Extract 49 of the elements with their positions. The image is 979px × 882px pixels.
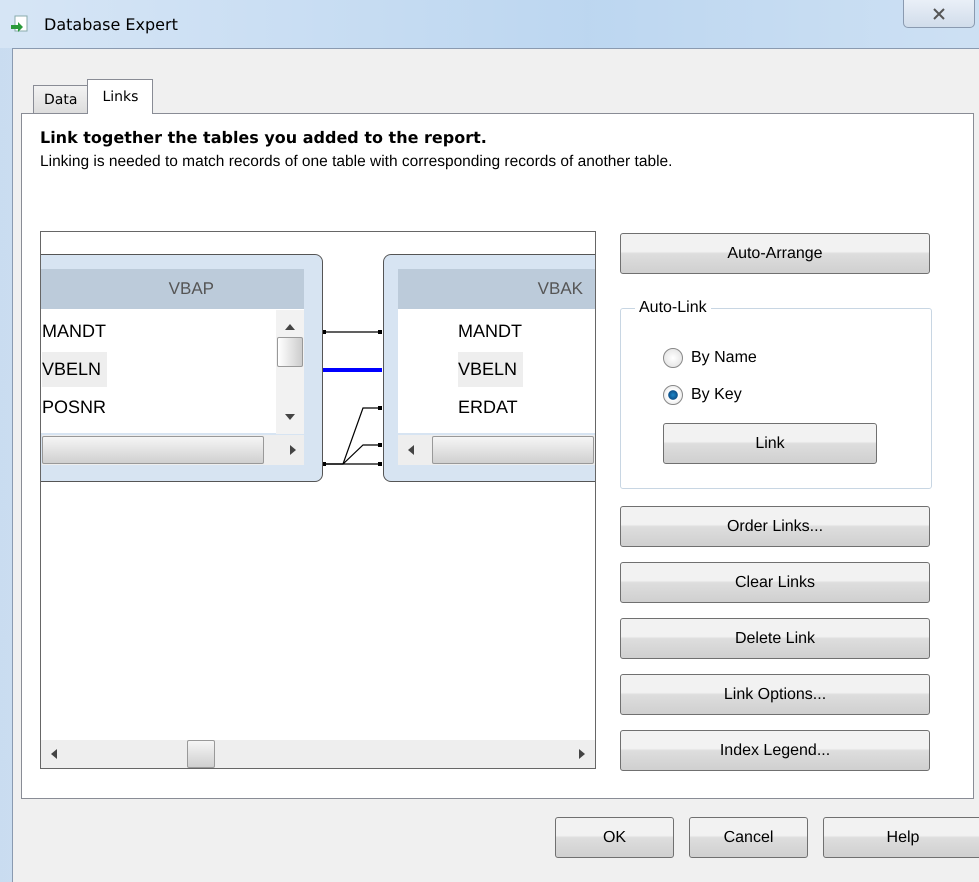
link-line[interactable]: [322, 330, 382, 334]
link-button[interactable]: Link: [663, 423, 877, 464]
field-item[interactable]: VBELN: [42, 352, 108, 386]
scroll-thumb[interactable]: [187, 740, 215, 768]
table-card[interactable]: VBAK MANDT VBELN ERDAT: [383, 254, 595, 482]
right-arrow-icon: [290, 445, 296, 455]
right-arrow-icon: [579, 749, 585, 759]
action-button[interactable]: Link Options...: [620, 674, 930, 715]
radio-option[interactable]: By Name: [663, 339, 931, 376]
radio-label: By Name: [691, 348, 757, 366]
horizontal-scrollbar[interactable]: [42, 435, 304, 465]
dialog-button[interactable]: Cancel: [689, 817, 808, 858]
scroll-thumb[interactable]: [277, 337, 303, 367]
radio-option[interactable]: By Key: [663, 376, 931, 413]
horizontal-scrollbar[interactable]: [41, 740, 595, 768]
action-button[interactable]: Clear Links: [620, 562, 930, 603]
field-item[interactable]: POSNR: [42, 390, 112, 424]
left-arrow-icon: [408, 445, 414, 455]
tab[interactable]: Data: [33, 85, 88, 113]
dialog-button[interactable]: OK: [555, 817, 674, 858]
close-icon: [932, 8, 946, 20]
action-button[interactable]: Order Links...: [620, 506, 930, 547]
heading: Link together the tables you added to the report.: [40, 128, 488, 147]
scroll-thumb[interactable]: [42, 436, 264, 464]
table-card[interactable]: VBAP MANDT VBELN POSNR: [41, 254, 323, 482]
action-button[interactable]: Delete Link: [620, 618, 930, 659]
action-button[interactable]: Index Legend...: [620, 730, 930, 771]
up-arrow-icon: [285, 324, 295, 330]
radio-label: By Key: [691, 386, 742, 404]
auto-arrange-button[interactable]: Auto-Arrange: [620, 233, 930, 274]
table-name: VBAK: [538, 279, 583, 299]
radio-button[interactable]: [663, 348, 683, 368]
table-name: VBAP: [168, 279, 214, 299]
radio-button[interactable]: [663, 384, 683, 404]
dialog-button[interactable]: Help: [823, 817, 979, 858]
left-arrow-icon: [51, 749, 57, 759]
field-item[interactable]: MANDT: [458, 314, 528, 348]
window-title: Database Expert: [44, 14, 178, 34]
field-item[interactable]: MANDT: [42, 314, 112, 348]
description: Linking is needed to match records of one table with corresponding records of another table.: [40, 153, 674, 171]
horizontal-scrollbar[interactable]: [398, 435, 595, 465]
vertical-scrollbar[interactable]: [276, 310, 304, 434]
field-item[interactable]: ERDAT: [458, 390, 524, 424]
app-icon: [10, 14, 30, 34]
tab[interactable]: Links: [87, 79, 154, 114]
close-button[interactable]: [903, 0, 975, 28]
down-arrow-icon: [285, 414, 295, 420]
scroll-thumb[interactable]: [432, 436, 594, 464]
field-item[interactable]: VBELN: [458, 352, 524, 386]
